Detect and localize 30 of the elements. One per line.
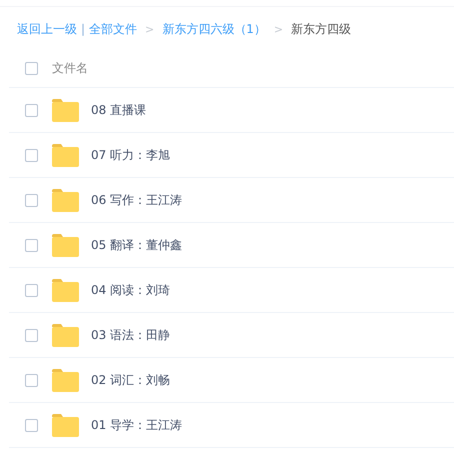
breadcrumb-separator: >	[145, 22, 154, 36]
checkbox[interactable]	[25, 148, 38, 162]
checkbox[interactable]	[25, 328, 38, 342]
checkbox[interactable]	[25, 104, 38, 116]
folder-icon	[52, 98, 79, 122]
breadcrumb-separator: >	[274, 22, 284, 36]
folder-name[interactable]: 07 听力：李旭	[91, 146, 170, 164]
checkbox[interactable]	[25, 284, 38, 296]
folder-icon	[52, 144, 79, 166]
checkbox[interactable]	[25, 418, 38, 432]
checkbox[interactable]	[25, 62, 38, 74]
folder-icon	[52, 188, 79, 212]
column-header: 文件名	[52, 60, 88, 76]
checkbox[interactable]	[25, 374, 38, 386]
folder-icon	[52, 234, 79, 256]
folder-icon	[52, 278, 79, 302]
folder-name[interactable]: 03 语法：田静	[91, 326, 170, 344]
folder-icon	[52, 368, 79, 392]
folder-name[interactable]: 04 阅读：刘琦	[91, 282, 170, 298]
folder-name[interactable]: 02 词汇：刘畅	[91, 372, 170, 388]
folder-name[interactable]: 06 写作：王江涛	[91, 192, 182, 208]
checkbox[interactable]	[25, 194, 38, 206]
checkbox[interactable]	[25, 238, 38, 252]
folder-name[interactable]: 01 导学：王江涛	[91, 416, 182, 434]
folder-icon	[52, 414, 79, 436]
current-folder: 新东方四级	[291, 20, 352, 38]
folder-name[interactable]: 08 直播课	[91, 102, 146, 118]
folder-icon	[52, 324, 79, 346]
breadcrumb-divider: |	[81, 22, 86, 36]
folder-name[interactable]: 05 翻译：董仲鑫	[91, 236, 182, 254]
